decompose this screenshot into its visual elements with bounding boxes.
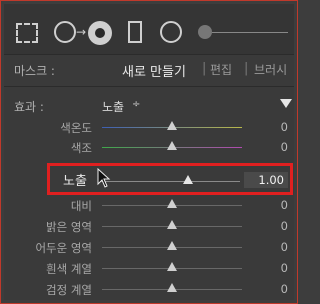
slider-thumb[interactable] bbox=[167, 121, 177, 130]
slider-thumb[interactable] bbox=[167, 241, 177, 250]
slider-row-shadows: 어두운 영역 0 bbox=[4, 238, 294, 258]
red-eye-icon[interactable] bbox=[88, 21, 112, 45]
slider-value[interactable]: 0 bbox=[281, 198, 288, 212]
slider-thumb[interactable] bbox=[167, 199, 177, 208]
divider bbox=[4, 54, 294, 55]
slider-row-blacks: 검정 계열 0 bbox=[4, 280, 294, 300]
effect-dropdown[interactable]: 노출 bbox=[102, 98, 124, 115]
slider-value[interactable]: 0 bbox=[281, 219, 288, 233]
slider-thumb[interactable] bbox=[167, 141, 177, 150]
slider-row-whites: 흰색 계열 0 bbox=[4, 259, 294, 279]
brush-size-track[interactable] bbox=[212, 32, 288, 33]
slider-group-lower: 대비 0 밝은 영역 0 어두운 영역 0 흰색 계열 0 검정 계열 0 bbox=[4, 196, 294, 300]
slider-thumb[interactable] bbox=[167, 283, 177, 292]
slider-value[interactable]: 0 bbox=[281, 240, 288, 254]
mask-label: 마스크 : bbox=[14, 64, 55, 78]
mouse-cursor-icon bbox=[97, 168, 111, 188]
mask-brush-button[interactable]: 브러시 bbox=[254, 61, 287, 78]
slider-thumb-exposure[interactable] bbox=[183, 175, 193, 184]
slider-row-temperature: 색온도 0 bbox=[4, 118, 294, 138]
tool-strip: → bbox=[4, 4, 294, 54]
spot-removal-icon[interactable] bbox=[54, 21, 76, 43]
slider-label: 대비 bbox=[70, 199, 92, 213]
slider-label: 밝은 영역 bbox=[46, 220, 92, 234]
radial-filter-icon[interactable] bbox=[160, 21, 182, 43]
arrow-icon: → bbox=[76, 25, 87, 39]
slider-track-exposure[interactable] bbox=[98, 181, 240, 182]
slider-value[interactable]: 0 bbox=[281, 120, 288, 134]
graduated-filter-icon[interactable] bbox=[128, 21, 142, 43]
slider-value[interactable]: 0 bbox=[281, 261, 288, 275]
marquee-icon[interactable] bbox=[16, 23, 38, 43]
mask-separator: | bbox=[202, 61, 207, 76]
slider-value[interactable]: 0 bbox=[281, 282, 288, 296]
divider bbox=[4, 86, 294, 87]
slider-label: 어두운 영역 bbox=[35, 241, 92, 255]
effect-dropdown-arrow-icon[interactable]: ÷ bbox=[132, 99, 140, 110]
slider-value-exposure[interactable]: 1.00 bbox=[244, 172, 288, 188]
slider-label: 색온도 bbox=[60, 121, 92, 135]
slider-row-contrast: 대비 0 bbox=[4, 196, 294, 216]
slider-value[interactable]: 0 bbox=[281, 140, 288, 154]
slider-row-tint: 색조 0 bbox=[4, 138, 294, 158]
slider-label-exposure: 노출 bbox=[63, 174, 87, 189]
slider-thumb[interactable] bbox=[167, 262, 177, 271]
mask-separator: | bbox=[244, 61, 249, 76]
effect-label: 효과 : bbox=[14, 100, 44, 114]
slider-label: 색조 bbox=[70, 141, 92, 155]
slider-row-highlights: 밝은 영역 0 bbox=[4, 217, 294, 237]
mask-edit-button[interactable]: 편집 bbox=[210, 61, 232, 78]
slider-label: 검정 계열 bbox=[46, 283, 92, 297]
brush-size-icon[interactable] bbox=[198, 25, 212, 39]
mask-new-button[interactable]: 새로 만들기 bbox=[122, 61, 186, 80]
slider-thumb[interactable] bbox=[167, 220, 177, 229]
slider-label: 흰색 계열 bbox=[46, 262, 92, 276]
collapse-triangle-icon[interactable] bbox=[280, 99, 292, 108]
